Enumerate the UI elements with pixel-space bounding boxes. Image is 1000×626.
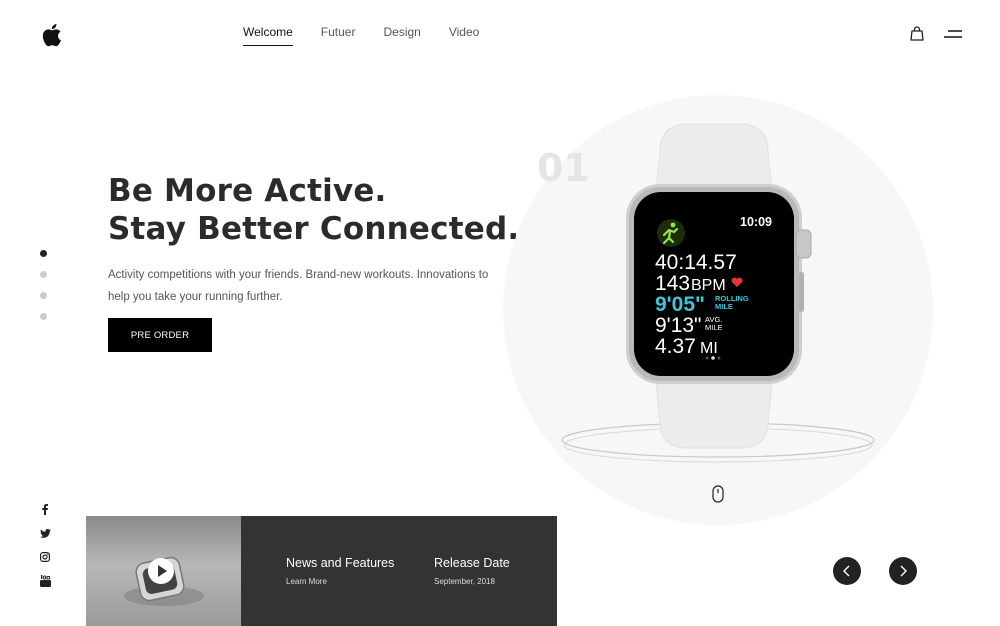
shopping-bag-icon[interactable]: [910, 26, 924, 41]
watch-heart-unit: BPM: [691, 277, 726, 294]
hamburger-icon[interactable]: [944, 29, 962, 39]
release-date: September, 2018: [434, 577, 495, 586]
hero-title: Be More Active. Stay Better Connected.: [108, 172, 519, 248]
nav-futuer[interactable]: Futuer: [321, 25, 356, 46]
watch-rolling-pace: 9'05": [655, 293, 705, 316]
prev-arrow-button[interactable]: [833, 557, 861, 585]
nav-design[interactable]: Design: [383, 25, 420, 46]
hero-description: Activity competitions with your friends.…: [108, 269, 489, 303]
slider-dot-4[interactable]: [40, 313, 47, 320]
news-title: News and Features: [286, 556, 395, 570]
chevron-left-icon: [843, 565, 850, 577]
apple-watch-image: 10:09 40:14.57 143 BPM 9'05" ROLLING MIL…: [626, 123, 812, 449]
watch-heart-rate: 143: [655, 272, 690, 295]
watch-avg-pace: 9'13": [655, 314, 702, 337]
watch-duration: 40:14.57: [655, 251, 737, 274]
watch-distance-unit: MI: [700, 340, 718, 357]
watch-distance: 4.37: [655, 335, 696, 358]
main-nav: Welcome Futuer Design Video: [243, 25, 479, 46]
learn-more-link[interactable]: Learn More: [286, 577, 327, 586]
pre-order-button[interactable]: PRE ORDER: [108, 318, 212, 352]
instagram-icon[interactable]: [38, 550, 52, 564]
watch-avg-label-2: MILE: [705, 323, 723, 332]
news-panel: News and Features Learn More Release Dat…: [241, 516, 557, 626]
twitter-icon[interactable]: [38, 526, 52, 540]
hero-title-line-2: Stay Better Connected.: [108, 211, 520, 247]
next-arrow-button[interactable]: [889, 557, 917, 585]
hero-title-line-1: Be More Active.: [108, 173, 387, 209]
nav-welcome[interactable]: Welcome: [243, 25, 293, 46]
mouse-scroll-icon[interactable]: [712, 485, 724, 503]
slide-number: 01: [537, 146, 590, 190]
release-title: Release Date: [434, 556, 510, 570]
nav-video[interactable]: Video: [449, 25, 479, 46]
social-links: [38, 502, 52, 598]
news-video-thumbnail[interactable]: [86, 516, 241, 626]
slider-dot-2[interactable]: [40, 271, 47, 278]
slider-dot-3[interactable]: [40, 292, 47, 299]
apple-logo[interactable]: [38, 22, 64, 48]
watch-rolling-label-2: MILE: [715, 302, 733, 311]
youtube-icon[interactable]: [38, 574, 52, 588]
slider-dot-1[interactable]: [40, 250, 47, 257]
slider-dots: [40, 250, 47, 334]
facebook-icon[interactable]: [38, 502, 52, 516]
watch-time: 10:09: [740, 215, 772, 229]
watch-thumbnail-graphic: [124, 556, 204, 606]
chevron-right-icon: [900, 565, 907, 577]
